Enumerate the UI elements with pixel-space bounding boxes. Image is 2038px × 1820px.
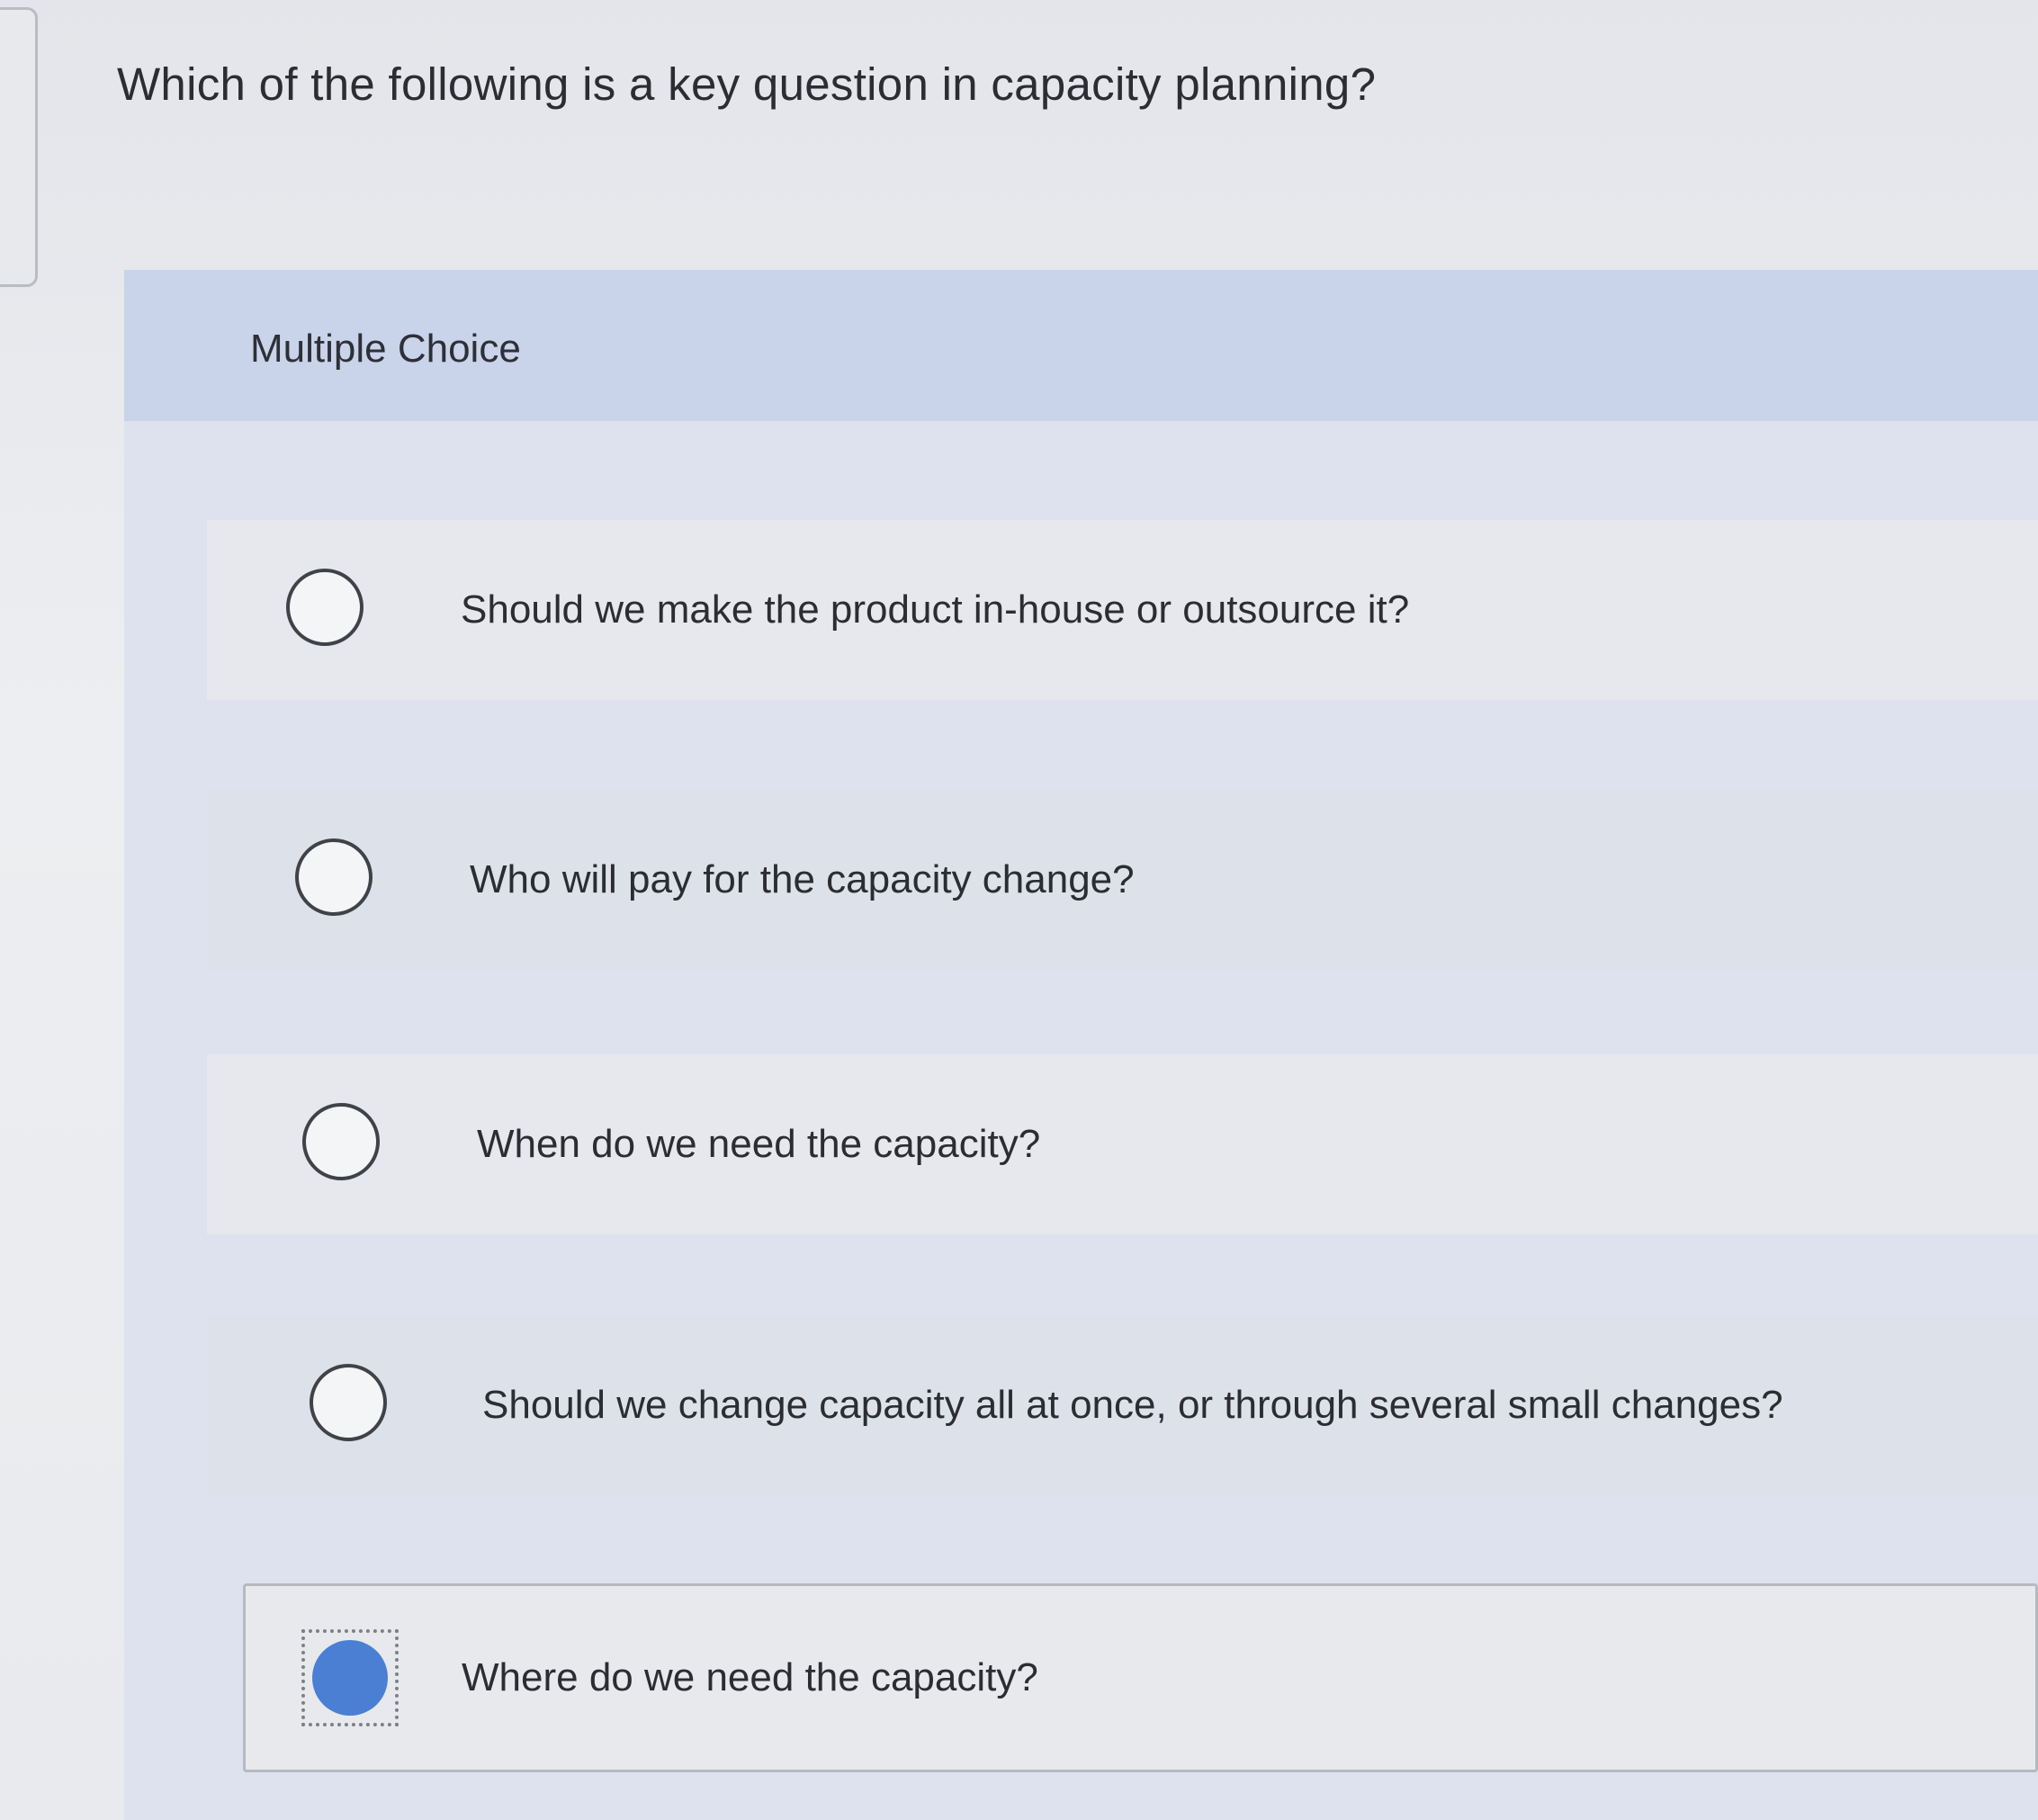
answer-option-4[interactable]: Should we change capacity all at once, o…	[207, 1315, 2038, 1495]
answer-option-label: Should we change capacity all at once, o…	[482, 1383, 1783, 1427]
multiple-choice-title: Multiple Choice	[250, 327, 521, 371]
radio-unselected-icon[interactable]	[286, 569, 364, 646]
radio-selected-icon	[312, 1640, 388, 1716]
radio-focus-ring[interactable]	[301, 1629, 399, 1726]
answer-option-1[interactable]: Should we make the product in-house or o…	[207, 520, 2038, 700]
radio-unselected-icon[interactable]	[302, 1103, 380, 1180]
answer-option-label: Where do we need the capacity?	[462, 1655, 1038, 1699]
answer-option-label: When do we need the capacity?	[477, 1122, 1041, 1166]
multiple-choice-header: Multiple Choice	[124, 270, 2038, 421]
question-prompt: Which of the following is a key question…	[117, 58, 1377, 110]
answer-option-label: Who will pay for the capacity change?	[470, 857, 1135, 901]
radio-unselected-icon[interactable]	[295, 838, 373, 916]
side-tab[interactable]	[0, 7, 38, 287]
radio-unselected-icon[interactable]	[310, 1364, 387, 1441]
multiple-choice-panel: Multiple Choice Should we make the produ…	[124, 270, 2038, 1820]
answer-option-5[interactable]: Where do we need the capacity?	[243, 1583, 2038, 1772]
answer-option-2[interactable]: Who will pay for the capacity change?	[207, 790, 2038, 970]
answer-option-3[interactable]: When do we need the capacity?	[207, 1054, 2038, 1234]
quiz-page: Which of the following is a key question…	[0, 0, 2038, 1820]
answer-option-label: Should we make the product in-house or o…	[461, 587, 1410, 632]
